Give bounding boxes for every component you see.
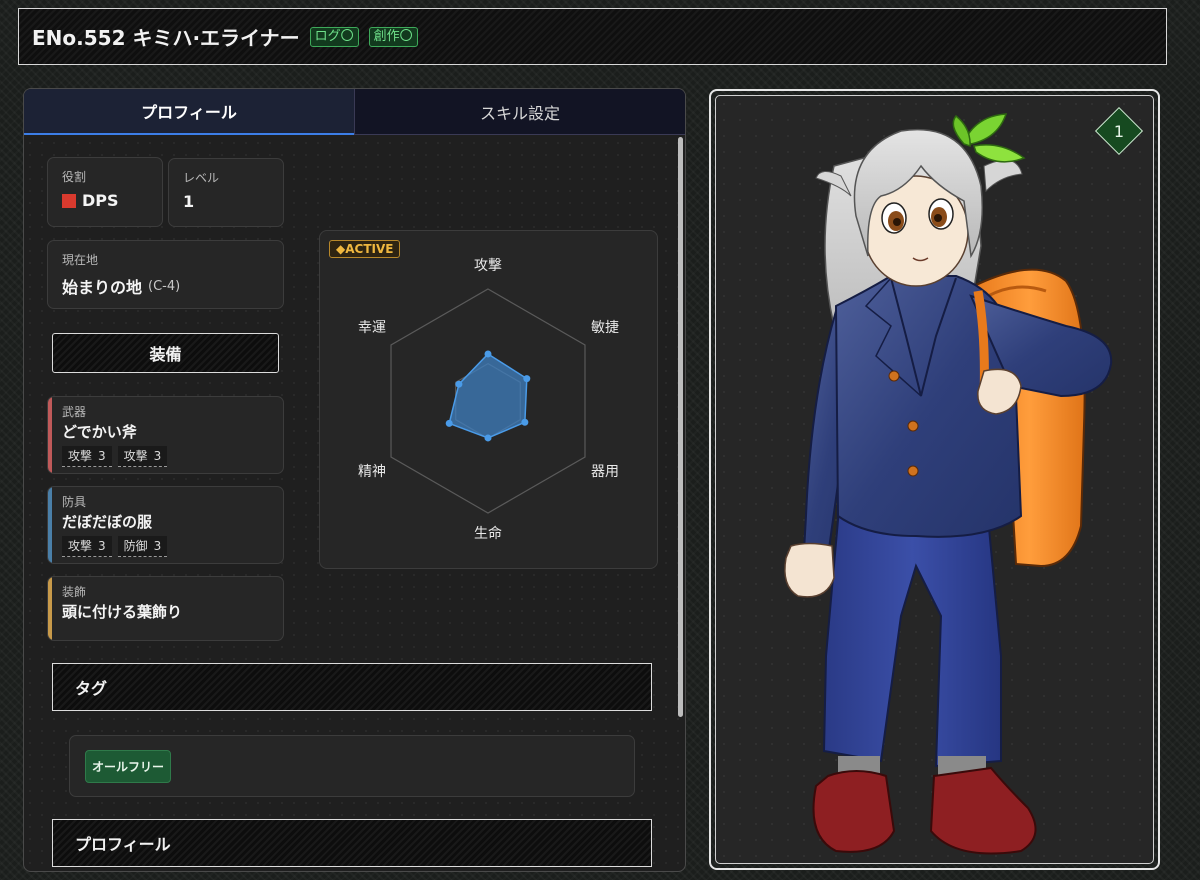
radar-axis-label: 敏捷 <box>591 320 619 336</box>
accessory-name: 頭に付ける葉飾り <box>62 603 183 621</box>
armor-name: だぼだぼの服 <box>62 513 153 531</box>
stats-radar-chart <box>390 288 586 514</box>
armor-type: 防具 <box>62 495 87 509</box>
tags-header[interactable]: タグ <box>52 663 652 711</box>
character-title-bar: ENo.552 キミハ·エライナー ログ〇 創作〇 <box>18 8 1167 65</box>
location-value: 始まりの地 <box>62 278 143 297</box>
radar-point <box>455 380 463 388</box>
accessory-accent <box>48 577 52 640</box>
role-color-icon <box>62 193 76 208</box>
accessory-type: 装飾 <box>62 585 87 599</box>
radar-point <box>523 375 531 383</box>
weapon-type: 武器 <box>62 405 87 419</box>
profile-section-label: プロフィール <box>75 835 171 854</box>
creation-badge: 創作〇 <box>368 26 418 47</box>
radar-axis-label: 器用 <box>591 464 619 480</box>
level-badge-number: 1 <box>1113 121 1125 141</box>
role-value: DPS <box>82 191 119 210</box>
character-portrait <box>784 113 1113 855</box>
profile-panel: プロフィール スキル設定 役割 DPS レベル 1 現在地 始まりの地 (C-4… <box>23 88 686 872</box>
role-card: 役割 DPS <box>47 157 163 227</box>
radar-axis-label: 攻撃 <box>474 258 502 274</box>
radar-axis-label: 生命 <box>474 526 502 542</box>
active-badge: ◆ACTIVE <box>329 240 401 258</box>
character-name: ENo.552 キミハ·エライナー <box>32 26 300 50</box>
tag-chip[interactable]: オールフリー <box>85 750 172 783</box>
tab-profile[interactable]: プロフィール <box>24 89 354 135</box>
radar-point <box>484 350 492 358</box>
equipment-header-label: 装備 <box>149 345 182 364</box>
location-label: 現在地 <box>62 253 99 267</box>
equipment-header[interactable]: 装備 <box>52 333 279 373</box>
tags-card: オールフリー <box>69 735 635 797</box>
location-card: 現在地 始まりの地 (C-4) <box>47 240 284 309</box>
equipment-armor: 防具 だぼだぼの服 攻撃 3 防御 3 <box>47 486 284 564</box>
weapon-name: どでかい斧 <box>62 423 137 441</box>
stat-chip[interactable]: 防御 3 <box>117 536 168 557</box>
tab-skill-settings[interactable]: スキル設定 <box>354 89 685 135</box>
level-label: レベル <box>183 171 220 185</box>
profile-section-header[interactable]: プロフィール <box>52 819 652 867</box>
tags-header-label: タグ <box>75 679 108 698</box>
level-card: レベル 1 <box>168 158 284 227</box>
weapon-accent <box>48 397 52 473</box>
location-coord: (C-4) <box>148 278 181 294</box>
radar-area <box>448 352 528 439</box>
panel-scrollbar[interactable] <box>678 137 683 717</box>
equipment-accessory: 装飾 頭に付ける葉飾り <box>47 576 284 641</box>
log-badge: ログ〇 <box>309 26 359 47</box>
radar-point <box>521 418 529 426</box>
stat-chip[interactable]: 攻撃 3 <box>117 446 168 467</box>
radar-axis-label: 精神 <box>358 464 386 480</box>
stats-radar-card: ◆ACTIVE 攻撃 敏捷 器用 生命 精神 幸運 <box>319 230 658 569</box>
armor-accent <box>48 487 52 563</box>
stat-chip[interactable]: 攻撃 3 <box>62 536 112 557</box>
tab-bar: プロフィール スキル設定 <box>24 89 685 135</box>
radar-axis-label: 幸運 <box>358 320 386 336</box>
stat-chip[interactable]: 攻撃 3 <box>62 446 112 467</box>
portrait-panel: 1 <box>709 89 1160 870</box>
equipment-weapon: 武器 どでかい斧 攻撃 3 攻撃 3 <box>47 396 284 474</box>
level-value: 1 <box>183 192 195 211</box>
radar-point <box>484 434 492 442</box>
role-label: 役割 <box>62 170 87 184</box>
radar-point <box>445 419 453 427</box>
